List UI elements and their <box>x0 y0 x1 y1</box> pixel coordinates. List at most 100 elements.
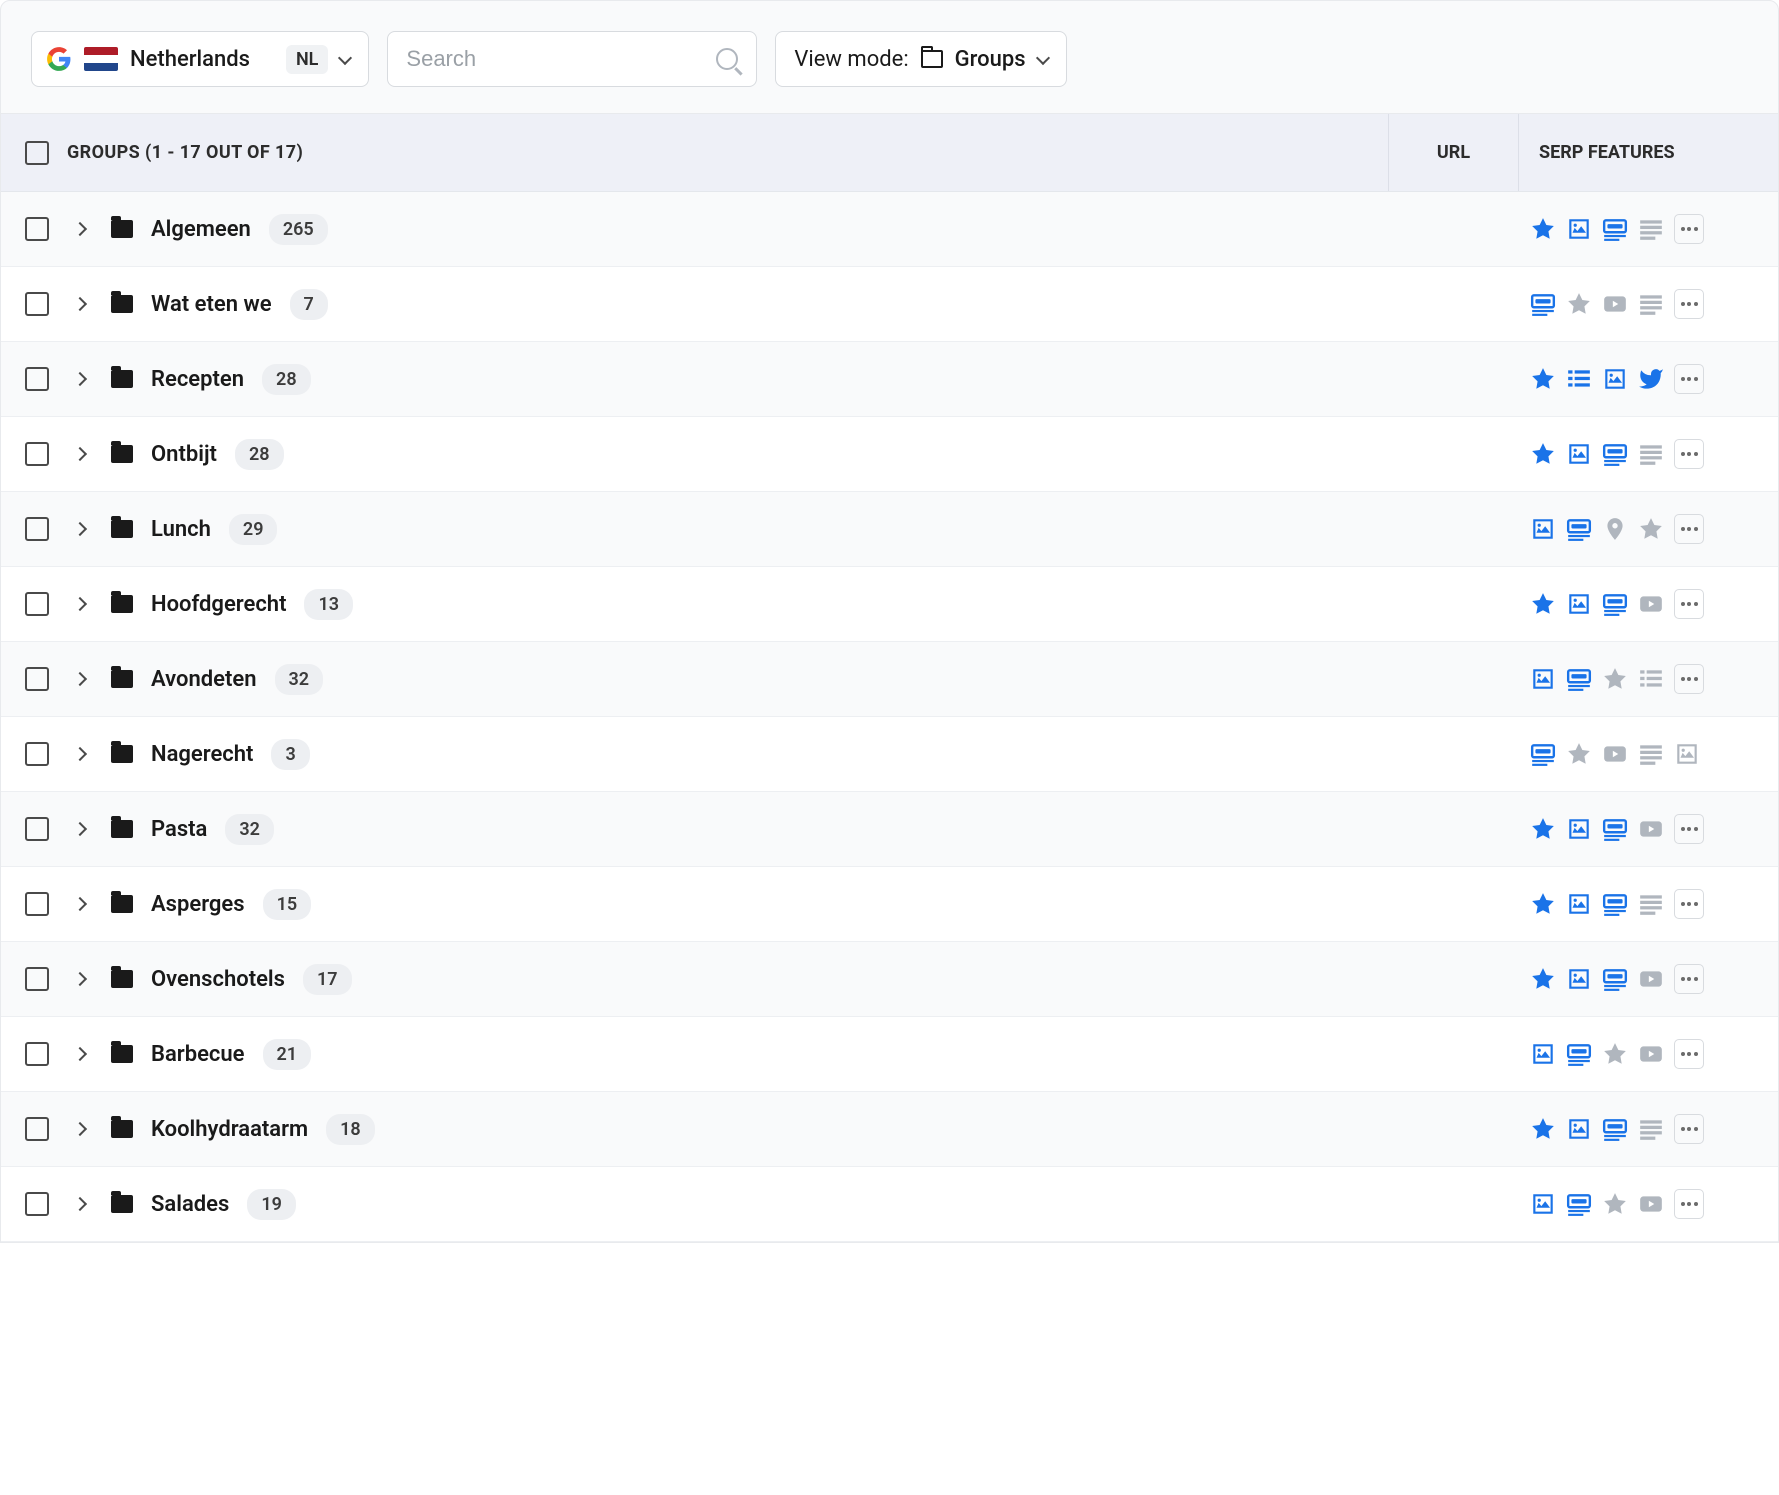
folder-outline-icon <box>921 50 943 68</box>
group-name[interactable]: Nagerecht <box>151 742 253 767</box>
count-badge: 265 <box>269 214 328 245</box>
table-header: GROUPS (1 - 17 OUT OF 17) URL SERP FEATU… <box>1 114 1778 192</box>
count-badge: 28 <box>235 439 284 470</box>
folder-icon <box>111 820 133 838</box>
row-checkbox[interactable] <box>25 292 49 316</box>
list-icon <box>1638 666 1664 692</box>
expand-chevron-icon[interactable] <box>73 597 87 611</box>
card-icon <box>1602 591 1628 617</box>
count-badge: 15 <box>263 889 312 920</box>
more-button[interactable] <box>1674 589 1704 619</box>
group-name[interactable]: Koolhydraatarm <box>151 1117 308 1142</box>
image-icon <box>1566 591 1592 617</box>
more-button[interactable] <box>1674 364 1704 394</box>
group-name[interactable]: Salades <box>151 1192 229 1217</box>
more-button[interactable] <box>1674 439 1704 469</box>
more-button[interactable] <box>1674 1114 1704 1144</box>
count-badge: 28 <box>262 364 311 395</box>
row-checkbox[interactable] <box>25 967 49 991</box>
expand-chevron-icon[interactable] <box>73 297 87 311</box>
row-checkbox[interactable] <box>25 442 49 466</box>
viewmode-selector[interactable]: View mode: Groups <box>775 31 1066 87</box>
card-icon <box>1530 291 1556 317</box>
groups-header-label: GROUPS (1 - 17 OUT OF 17) <box>67 142 303 163</box>
row-checkbox[interactable] <box>25 592 49 616</box>
row-checkbox[interactable] <box>25 667 49 691</box>
lines-icon <box>1638 441 1664 467</box>
group-name[interactable]: Algemeen <box>151 217 251 242</box>
table-row: Ontbijt 28 <box>1 417 1778 492</box>
search-input[interactable] <box>406 46 688 72</box>
image-icon <box>1566 891 1592 917</box>
serp-cell <box>1518 514 1778 544</box>
table-row: Wat eten we 7 <box>1 267 1778 342</box>
select-all-checkbox[interactable] <box>25 141 49 165</box>
group-name[interactable]: Ontbijt <box>151 442 217 467</box>
more-button[interactable] <box>1674 214 1704 244</box>
star-icon <box>1530 1116 1556 1142</box>
chevron-down-icon <box>338 50 352 64</box>
expand-chevron-icon[interactable] <box>73 972 87 986</box>
group-name[interactable]: Avondeten <box>151 667 257 692</box>
star-icon <box>1530 966 1556 992</box>
expand-chevron-icon[interactable] <box>73 222 87 236</box>
row-checkbox[interactable] <box>25 742 49 766</box>
group-name[interactable]: Hoofdgerecht <box>151 592 286 617</box>
count-badge: 3 <box>271 739 309 770</box>
row-checkbox[interactable] <box>25 1042 49 1066</box>
row-checkbox[interactable] <box>25 217 49 241</box>
lines-icon <box>1638 891 1664 917</box>
folder-icon <box>111 1045 133 1063</box>
more-button[interactable] <box>1674 814 1704 844</box>
country-selector[interactable]: Netherlands NL <box>31 31 369 87</box>
more-button[interactable] <box>1674 514 1704 544</box>
expand-chevron-icon[interactable] <box>73 1047 87 1061</box>
more-button[interactable] <box>1674 1039 1704 1069</box>
group-name[interactable]: Ovenschotels <box>151 967 285 992</box>
more-button[interactable] <box>1674 889 1704 919</box>
expand-chevron-icon[interactable] <box>73 522 87 536</box>
row-checkbox[interactable] <box>25 1117 49 1141</box>
card-icon <box>1602 816 1628 842</box>
expand-chevron-icon[interactable] <box>73 1122 87 1136</box>
image-icon <box>1566 1116 1592 1142</box>
more-button[interactable] <box>1674 664 1704 694</box>
expand-chevron-icon[interactable] <box>73 897 87 911</box>
expand-chevron-icon[interactable] <box>73 372 87 386</box>
row-checkbox[interactable] <box>25 517 49 541</box>
lines-icon <box>1638 291 1664 317</box>
expand-chevron-icon[interactable] <box>73 672 87 686</box>
group-name[interactable]: Lunch <box>151 517 211 542</box>
serp-cell <box>1518 364 1778 394</box>
url-header-label: URL <box>1388 114 1518 191</box>
toolbar: Netherlands NL View mode: Groups <box>0 0 1779 114</box>
group-name[interactable]: Wat eten we <box>151 292 272 317</box>
expand-chevron-icon[interactable] <box>73 822 87 836</box>
expand-chevron-icon[interactable] <box>73 747 87 761</box>
row-checkbox[interactable] <box>25 367 49 391</box>
chevron-down-icon <box>1035 50 1049 64</box>
folder-icon <box>111 445 133 463</box>
image-icon <box>1566 966 1592 992</box>
card-icon <box>1530 741 1556 767</box>
group-name[interactable]: Barbecue <box>151 1042 245 1067</box>
serp-cell <box>1518 814 1778 844</box>
table-row: Algemeen 265 <box>1 192 1778 267</box>
group-name[interactable]: Recepten <box>151 367 244 392</box>
more-button[interactable] <box>1674 1189 1704 1219</box>
row-checkbox[interactable] <box>25 1192 49 1216</box>
table-row: Asperges 15 <box>1 867 1778 942</box>
more-button[interactable] <box>1674 964 1704 994</box>
group-name[interactable]: Pasta <box>151 817 207 842</box>
folder-icon <box>111 895 133 913</box>
star-icon <box>1530 891 1556 917</box>
expand-chevron-icon[interactable] <box>73 1197 87 1211</box>
row-checkbox[interactable] <box>25 892 49 916</box>
group-name[interactable]: Asperges <box>151 892 245 917</box>
row-checkbox[interactable] <box>25 817 49 841</box>
video-icon <box>1638 816 1664 842</box>
serp-cell <box>1518 889 1778 919</box>
more-button[interactable] <box>1674 289 1704 319</box>
search-box[interactable] <box>387 31 757 87</box>
expand-chevron-icon[interactable] <box>73 447 87 461</box>
